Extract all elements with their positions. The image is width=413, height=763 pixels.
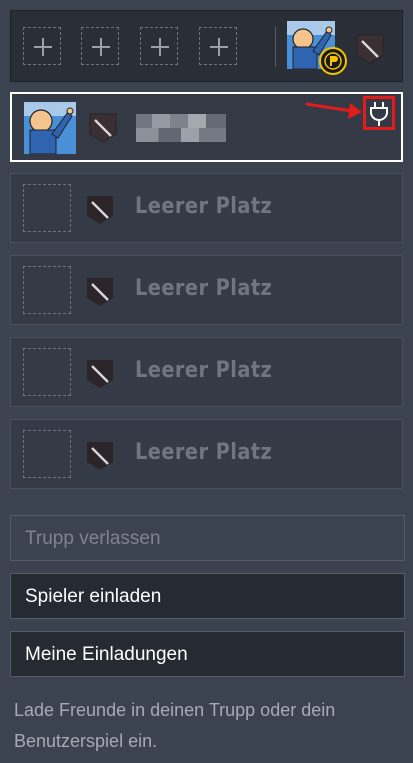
- empty-avatar-placeholder: [23, 184, 71, 232]
- invite-hint-text: Lade Freunde in deinen Trupp oder dein B…: [14, 700, 336, 751]
- empty-avatar-placeholder: [23, 266, 71, 314]
- empty-slot-label: Leerer Platz: [135, 358, 273, 383]
- add-member-slot[interactable]: [199, 27, 237, 65]
- shield-rank-icon: [355, 33, 385, 65]
- connection-status-highlight[interactable]: [363, 96, 395, 130]
- add-member-slot[interactable]: [140, 27, 178, 65]
- empty-slot-label: Leerer Platz: [135, 194, 273, 219]
- shield-rank-icon: [85, 358, 115, 390]
- player-name-redacted: [136, 114, 226, 142]
- shield-rank-icon: [85, 276, 115, 308]
- plug-icon: [370, 102, 388, 126]
- empty-slot[interactable]: Leerer Platz: [10, 173, 403, 243]
- my-invites-button[interactable]: Meine Einladungen: [10, 631, 405, 677]
- shield-rank-icon: [85, 440, 115, 472]
- empty-slot[interactable]: Leerer Platz: [10, 255, 403, 325]
- empty-avatar-placeholder: [23, 348, 71, 396]
- empty-slot[interactable]: Leerer Platz: [10, 419, 403, 489]
- squad-top-bar: [10, 10, 403, 82]
- empty-slot-label: Leerer Platz: [135, 440, 273, 465]
- empty-slot-label: Leerer Platz: [135, 276, 273, 301]
- add-member-slot[interactable]: [81, 27, 119, 65]
- red-arrow-annotation: [305, 102, 362, 119]
- shield-rank-icon: [88, 112, 118, 144]
- empty-avatar-placeholder: [23, 430, 71, 478]
- shield-rank-icon: [85, 194, 115, 226]
- divider: [275, 27, 276, 67]
- empty-slot[interactable]: Leerer Platz: [10, 337, 403, 407]
- player-avatar[interactable]: [24, 102, 76, 154]
- crown-emblem-icon: [319, 47, 347, 75]
- leave-squad-button[interactable]: Trupp verlassen: [10, 515, 405, 561]
- add-member-slot[interactable]: [23, 27, 61, 65]
- invite-player-button[interactable]: Spieler einladen: [10, 573, 405, 619]
